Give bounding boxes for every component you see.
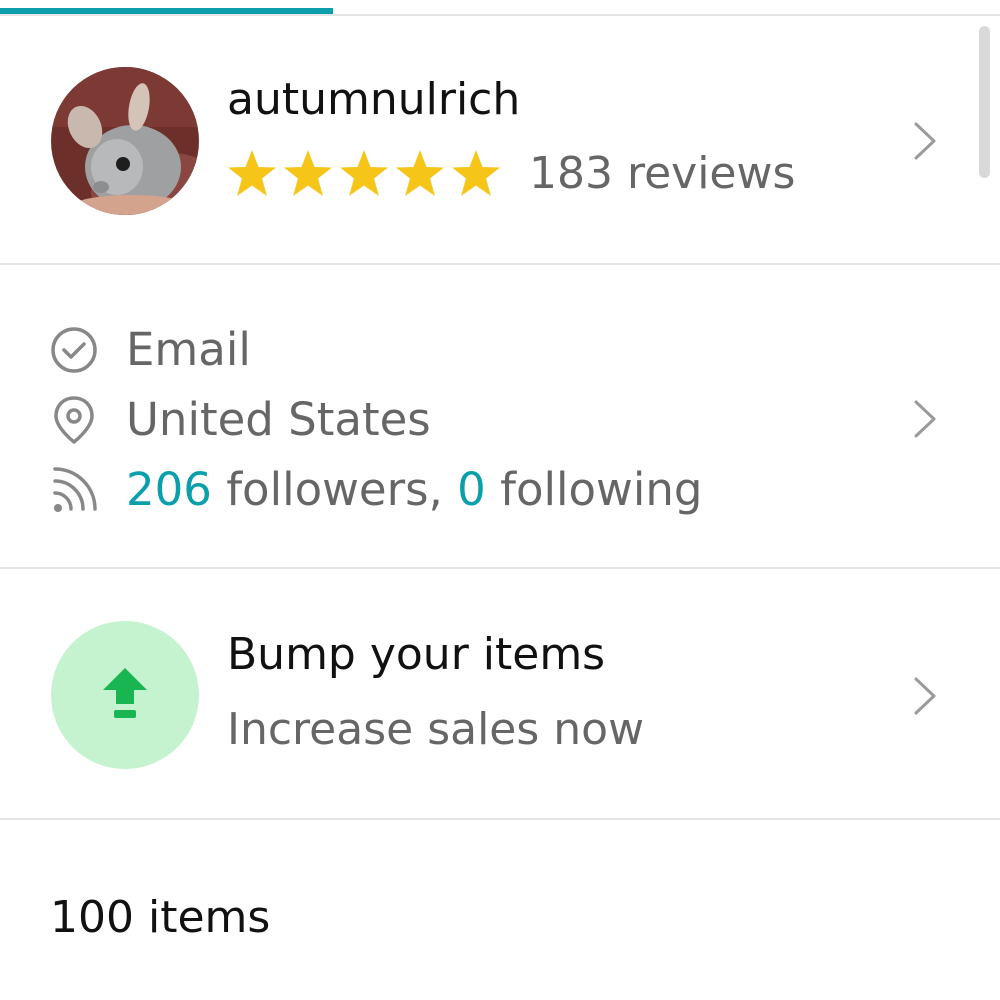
rating-stars <box>224 147 504 201</box>
followers-count[interactable]: 206 <box>126 463 212 516</box>
chevron-right-icon[interactable] <box>912 676 938 716</box>
followers-label: followers, <box>211 463 458 516</box>
divider <box>0 263 1000 265</box>
divider <box>0 567 1000 569</box>
check-circle-icon <box>48 324 100 376</box>
location-pin-icon <box>48 394 100 446</box>
followers-following: 206 followers, 0 following <box>126 462 702 518</box>
location-row: United States <box>48 392 431 448</box>
progress-fill <box>0 8 333 14</box>
reviews-count: 183 reviews <box>529 148 796 199</box>
bump-subtitle: Increase sales now <box>227 704 645 755</box>
items-count: 100 items <box>50 892 271 943</box>
following-label: following <box>485 463 703 516</box>
following-count[interactable]: 0 <box>457 463 486 516</box>
scrollbar[interactable] <box>979 26 990 178</box>
bump-arrow-icon <box>103 668 147 718</box>
followers-row: 206 followers, 0 following <box>48 462 702 518</box>
email-verified-label: Email <box>126 323 251 376</box>
email-row: Email <box>48 322 251 378</box>
profile-page: autumnulrich 183 reviews Email United St… <box>0 0 1000 1000</box>
progress-track <box>0 0 1000 16</box>
location-label: United States <box>126 393 431 446</box>
chevron-right-icon[interactable] <box>912 399 938 439</box>
bump-title: Bump your items <box>227 629 606 680</box>
rss-feed-icon <box>48 464 100 516</box>
star-icon <box>396 150 444 196</box>
divider <box>0 818 1000 820</box>
star-icon <box>452 150 500 196</box>
star-icon <box>284 150 332 196</box>
chevron-right-icon[interactable] <box>912 121 938 161</box>
star-icon <box>340 150 388 196</box>
bump-icon-circle <box>51 621 199 769</box>
username: autumnulrich <box>227 74 521 125</box>
avatar <box>51 67 199 215</box>
star-icon <box>228 150 276 196</box>
